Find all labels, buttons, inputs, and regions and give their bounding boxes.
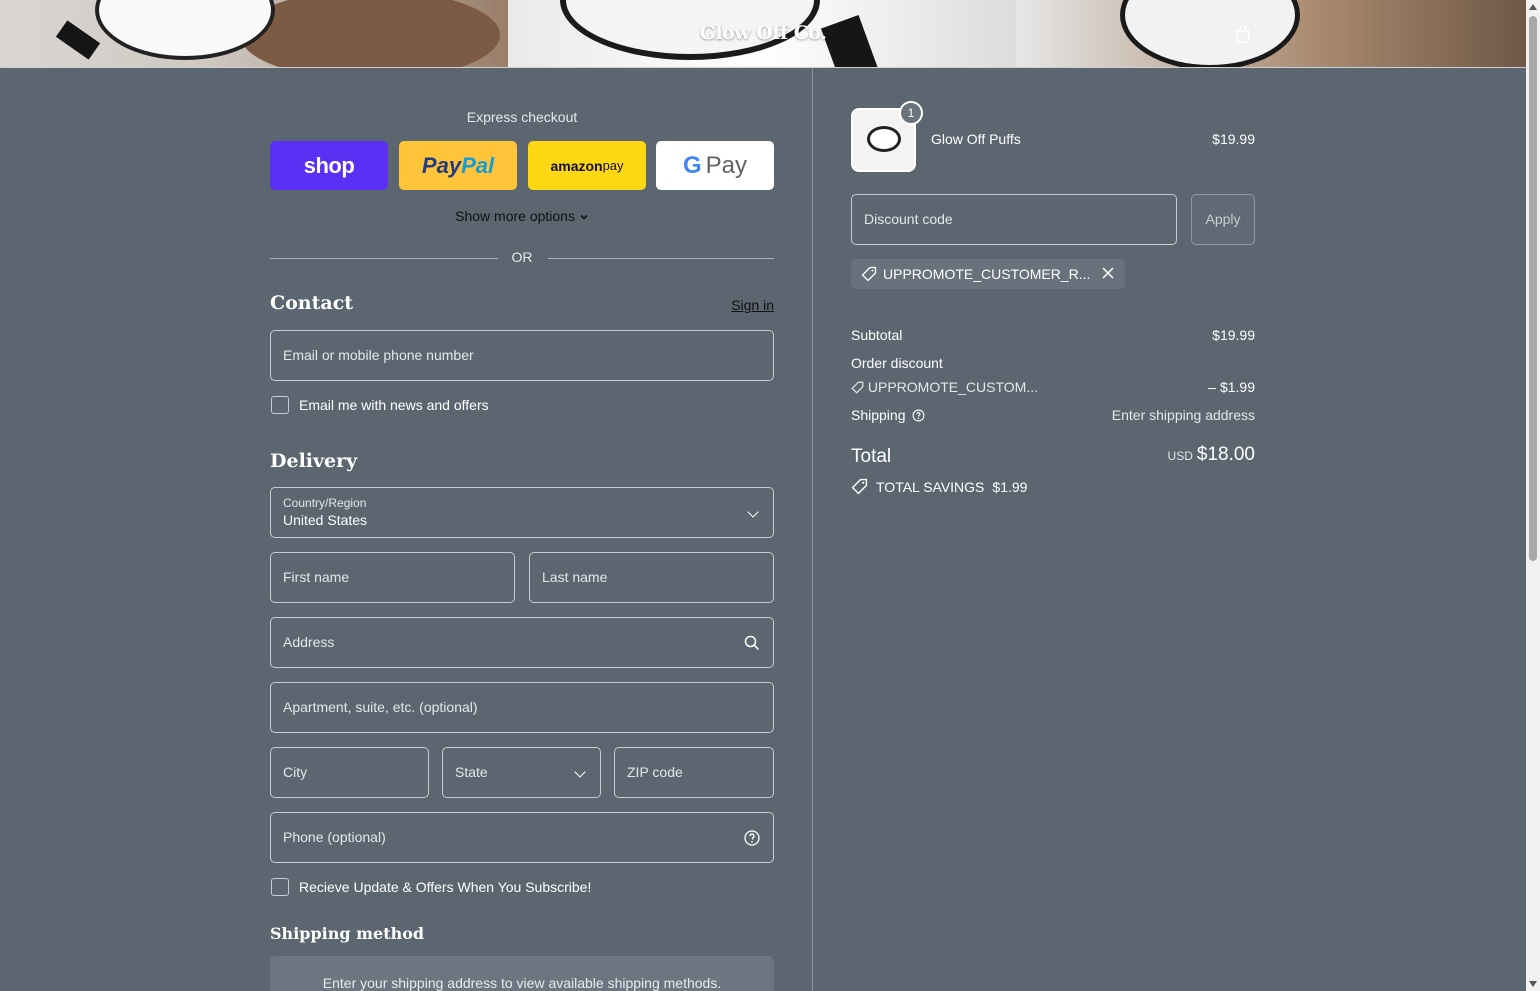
amazon-pay-text: pay (602, 158, 624, 173)
country-value: United States (283, 512, 368, 528)
newsletter-option[interactable]: Email me with news and offers (270, 395, 489, 415)
phone-field[interactable]: Phone (optional) (270, 812, 774, 863)
currency-code: USD (1167, 449, 1193, 463)
email-placeholder: Email or mobile phone number (283, 347, 474, 363)
shipping-label: Shipping (851, 407, 906, 423)
state-select[interactable]: State (442, 747, 601, 798)
order-discount-code: UPPROMOTE_CUSTOM... (867, 379, 1038, 395)
discount-code-placeholder: Discount code (864, 211, 953, 227)
column-divider (812, 68, 813, 991)
subtotal-value: $19.99 (1212, 327, 1255, 343)
shipping-method-heading: Shipping method (270, 924, 425, 943)
newsletter-checkbox[interactable] (271, 396, 289, 414)
last-name-placeholder: Last name (542, 569, 608, 585)
shipping-method-notice-text: Enter your shipping address to view avai… (322, 975, 722, 991)
express-checkout-label: Express checkout (466, 109, 578, 125)
amazon-logo: amazon (550, 157, 603, 174)
first-name-placeholder: First name (283, 569, 350, 585)
google-g-icon: G (682, 151, 702, 179)
email-field[interactable]: Email or mobile phone number (270, 330, 774, 381)
subscribe-checkbox[interactable] (271, 878, 289, 896)
chevron-down-icon (747, 506, 759, 518)
show-more-options-label: Show more options (455, 208, 575, 224)
country-label: Country/Region (283, 496, 367, 510)
shop-pay-logo: shop (303, 152, 355, 178)
first-name-field[interactable]: First name (270, 552, 515, 603)
discount-code-field[interactable]: Discount code (851, 194, 1177, 245)
quantity-badge: 1 (899, 101, 923, 125)
total-value: $18.00 (1196, 444, 1255, 465)
amazon-pay-button[interactable]: amazon pay (528, 141, 646, 190)
or-label: OR (511, 249, 533, 265)
tag-icon (861, 266, 877, 282)
product-name: Glow Off Puffs (931, 131, 1021, 147)
subtotal-row: Subtotal $19.99 (851, 327, 1255, 343)
google-pay-text: Pay (705, 151, 748, 179)
scroll-up-arrow-icon[interactable] (1529, 4, 1537, 10)
city-field[interactable]: City (270, 747, 429, 798)
shopping-bag-icon[interactable] (1233, 24, 1253, 44)
paypal-button[interactable]: Pay Pal (399, 141, 517, 190)
or-divider: OR (270, 249, 774, 267)
close-icon[interactable] (1101, 266, 1115, 280)
brand-logo[interactable]: Glow Off Co. (0, 22, 1526, 44)
subscribe-option[interactable]: Recieve Update & Offers When You Subscri… (270, 877, 591, 897)
order-discount-row: Order discount (851, 355, 1255, 371)
order-discount-code-row: UPPROMOTE_CUSTOM... – $1.99 (851, 379, 1255, 395)
total-savings-label: TOTAL SAVINGS (876, 478, 985, 495)
country-select[interactable]: Country/Region United States (270, 487, 774, 538)
total-savings-value: $1.99 (992, 478, 1028, 495)
order-discount-value: – $1.99 (1208, 379, 1255, 395)
address-placeholder: Address (283, 634, 335, 650)
applied-discount-chip: UPPROMOTE_CUSTOMER_R... (851, 259, 1125, 289)
scroll-down-arrow-icon[interactable] (1529, 981, 1537, 987)
shipping-method-notice: Enter your shipping address to view avai… (270, 956, 774, 991)
total-label: Total (851, 446, 892, 467)
scrollbar-thumb[interactable] (1529, 16, 1537, 561)
chevron-down-icon (580, 215, 588, 220)
shop-pay-button[interactable]: shop (270, 141, 388, 190)
zip-field[interactable]: ZIP code (614, 747, 774, 798)
shipping-value: Enter shipping address (1111, 407, 1255, 423)
contact-heading: Contact (270, 292, 354, 314)
show-more-options-button[interactable]: Show more options (270, 208, 774, 224)
delivery-heading: Delivery (270, 450, 358, 472)
apartment-field[interactable]: Apartment, suite, etc. (optional) (270, 682, 774, 733)
phone-placeholder: Phone (optional) (283, 829, 386, 845)
header-banner: Glow Off Co. (0, 0, 1526, 68)
product-price: $19.99 (1212, 131, 1255, 147)
total-savings: TOTAL SAVINGS $1.99 (851, 478, 1027, 495)
state-placeholder: State (455, 764, 488, 780)
paypal-logo-b: Pal (461, 152, 495, 178)
applied-discount-code: UPPROMOTE_CUSTOMER_R... (883, 266, 1091, 282)
help-icon[interactable] (743, 829, 761, 847)
order-discount-label: Order discount (851, 355, 943, 371)
apartment-placeholder: Apartment, suite, etc. (optional) (283, 699, 478, 715)
subscribe-label: Recieve Update & Offers When You Subscri… (299, 879, 592, 895)
paypal-logo-a: Pay (421, 152, 462, 178)
chevron-down-icon (574, 766, 586, 778)
google-pay-button[interactable]: G Pay (656, 141, 774, 190)
tag-icon (851, 478, 868, 495)
apply-discount-button[interactable]: Apply (1191, 194, 1255, 245)
search-icon (744, 635, 760, 651)
total-amount: USD $18.00 (1168, 444, 1255, 466)
page-scrollbar[interactable] (1526, 0, 1540, 991)
zip-placeholder: ZIP code (627, 764, 683, 780)
help-icon[interactable] (912, 409, 925, 422)
newsletter-label: Email me with news and offers (299, 397, 489, 413)
shipping-row: Shipping Enter shipping address (851, 407, 1255, 423)
subtotal-label: Subtotal (851, 327, 903, 343)
address-field[interactable]: Address (270, 617, 774, 668)
sign-in-link[interactable]: Sign in (731, 297, 774, 313)
city-placeholder: City (283, 764, 308, 780)
tag-icon (851, 381, 864, 394)
last-name-field[interactable]: Last name (529, 552, 774, 603)
